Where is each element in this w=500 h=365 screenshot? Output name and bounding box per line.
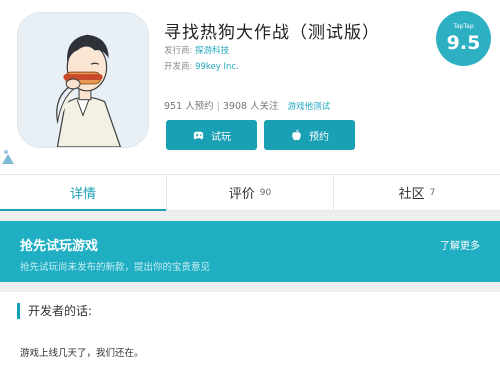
publisher-label: 发行商: xyxy=(164,46,193,56)
detail-tabs: 详情 评价 90 社区 7 xyxy=(0,174,500,211)
follower-count: 3908 人关注 xyxy=(222,101,279,112)
reserve-label: 预约 xyxy=(309,131,329,143)
developer-note-section: 开发者的话: 游戏上线几天了，我们还在。 xyxy=(0,292,500,365)
tab-details-label: 详情 xyxy=(69,187,96,202)
status-tag[interactable]: 游戏他测试 xyxy=(288,102,331,112)
section-divider xyxy=(0,211,500,221)
tab-community[interactable]: 社区 7 xyxy=(333,175,500,210)
app-header: 寻找热狗大作战（测试版） 发行商: 探游科技 开发商: 99key Inc. 9… xyxy=(0,0,500,174)
publisher-link[interactable]: 探游科技 xyxy=(195,46,229,56)
developer-label: 开发商: xyxy=(164,62,193,72)
developer-note-heading: 开发者的话: xyxy=(17,303,92,319)
blue-corner-icon xyxy=(2,150,14,164)
stats-separator: | xyxy=(216,101,220,112)
publisher-line: 发行商: 探游科技 xyxy=(164,44,229,56)
reserve-button[interactable]: 预约 xyxy=(264,120,355,150)
tab-reviews-label: 评价 xyxy=(228,187,255,202)
tab-reviews[interactable]: 评价 90 xyxy=(166,175,333,210)
boy-eating-hotdog-illustration xyxy=(18,13,148,147)
banner-subtitle: 抢先试玩尚未发布的新款，提出你的宝贵意见 xyxy=(20,262,211,273)
developer-link[interactable]: 99key Inc. xyxy=(195,62,239,72)
tab-details[interactable]: 详情 xyxy=(0,175,166,211)
early-access-banner[interactable]: 抢先试玩游戏 抢先试玩尚未发布的新款，提出你的宝贵意见 了解更多 xyxy=(0,221,500,282)
learn-more-link[interactable]: 了解更多 xyxy=(440,237,480,252)
rating-source-label: TapTap xyxy=(453,23,474,30)
developer-note-body: 游戏上线几天了，我们还在。 xyxy=(20,348,144,359)
reservation-count: 951 人预约 xyxy=(164,101,214,112)
controller-icon xyxy=(193,131,204,139)
tab-community-count: 7 xyxy=(429,187,436,198)
rating-score: 9.5 xyxy=(446,32,481,54)
apple-icon xyxy=(292,129,301,140)
tab-reviews-count: 90 xyxy=(259,187,272,198)
banner-title: 抢先试玩游戏 xyxy=(20,239,99,254)
app-stats: 951 人预约 | 3908 人关注 游戏他测试 xyxy=(164,98,330,112)
corner-decoration xyxy=(0,146,16,166)
developer-line: 开发商: 99key Inc. xyxy=(164,60,239,72)
app-title: 寻找热狗大作战（测试版） xyxy=(164,23,380,43)
rating-badge: TapTap 9.5 xyxy=(436,11,491,66)
section-divider-2 xyxy=(0,282,500,292)
try-play-label: 试玩 xyxy=(211,131,231,143)
tab-community-label: 社区 xyxy=(398,187,425,202)
app-icon-image xyxy=(17,12,149,148)
try-play-button[interactable]: 试玩 xyxy=(166,120,257,150)
